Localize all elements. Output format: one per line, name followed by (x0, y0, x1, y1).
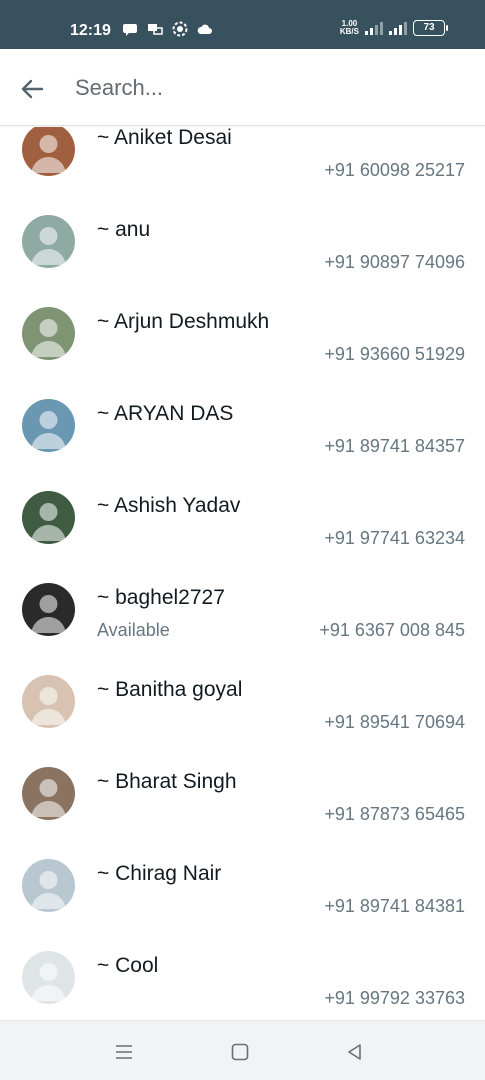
battery-icon: 73 (413, 20, 448, 36)
contact-name: ~ Cool (97, 954, 159, 977)
contact-row[interactable]: ~ Banitha goyal +91 89541 70694 (0, 670, 485, 762)
contact-avatar[interactable] (22, 583, 75, 636)
signal-icon (365, 21, 383, 35)
contact-name: ~ anu (97, 218, 151, 241)
contact-row[interactable]: ~ Chirag Nair +91 89741 84381 (0, 854, 485, 946)
battery-level: 73 (423, 22, 435, 33)
contact-avatar[interactable] (22, 675, 75, 728)
contact-row[interactable]: ~ Arjun Deshmukh +91 93660 51929 (0, 302, 485, 394)
contact-name: ~ Chirag Nair (97, 862, 222, 885)
back-arrow-icon[interactable] (16, 73, 48, 105)
contact-name: ~ Banitha goyal (97, 678, 243, 701)
contact-avatar[interactable] (22, 491, 75, 544)
contact-avatar[interactable] (22, 951, 75, 1004)
contact-row[interactable]: ~ anu +91 90897 74096 (0, 210, 485, 302)
contact-row[interactable]: ~ Cool +91 99792 33763 (0, 946, 485, 1020)
contact-phone: +91 90897 74096 (324, 252, 465, 272)
contact-row[interactable]: ~ Aniket Desai +91 60098 25217 (0, 127, 485, 210)
contact-name: ~ Arjun Deshmukh (97, 310, 270, 333)
back-nav-icon[interactable] (344, 1041, 366, 1063)
contact-row[interactable]: ~ Ashish Yadav +91 97741 63234 (0, 486, 485, 578)
contact-phone: +91 89541 70694 (324, 712, 465, 732)
network-speed: 1.00 KB/S (340, 20, 359, 36)
contact-phone: +91 87873 65465 (324, 804, 465, 824)
contact-avatar[interactable] (22, 767, 75, 820)
chat-bubble-icon (123, 24, 137, 36)
contact-phone: +91 6367 008 845 (319, 620, 465, 640)
contact-avatar[interactable] (22, 127, 75, 176)
search-input[interactable] (75, 71, 455, 105)
contact-avatar[interactable] (22, 859, 75, 912)
contact-phone: +91 89741 84357 (324, 436, 465, 456)
contact-row[interactable]: ~ Bharat Singh +91 87873 65465 (0, 762, 485, 854)
contact-avatar[interactable] (22, 215, 75, 268)
contact-name: ~ Bharat Singh (97, 770, 237, 793)
contact-phone: +91 93660 51929 (324, 344, 465, 364)
status-time: 12:19 (70, 22, 111, 39)
settings-icon (172, 21, 188, 37)
contact-name: ~ Ashish Yadav (97, 494, 241, 517)
chat-icon (148, 24, 163, 35)
home-icon[interactable] (229, 1041, 251, 1063)
contact-phone: +91 97741 63234 (324, 528, 465, 548)
system-status: 1.00 KB/S 73 (340, 20, 448, 36)
contact-name: ~ Aniket Desai (97, 127, 232, 149)
search-header (0, 49, 485, 126)
contact-avatar[interactable] (22, 307, 75, 360)
cloud-icon (197, 24, 212, 34)
contact-avatar[interactable] (22, 399, 75, 452)
contact-name: ~ ARYAN DAS (97, 402, 234, 425)
contact-name: ~ baghel2727 (97, 586, 225, 609)
notification-icons (122, 21, 213, 37)
menu-icon[interactable] (113, 1041, 135, 1063)
contact-phone: +91 60098 25217 (324, 160, 465, 180)
contact-row[interactable]: ~ ARYAN DAS +91 89741 84357 (0, 394, 485, 486)
navigation-bar (0, 1020, 485, 1080)
contact-status: Available (97, 620, 170, 640)
contact-phone: +91 89741 84381 (324, 896, 465, 916)
contact-list: ~ Aniket Desai +91 60098 25217 ~ anu +91 90… (0, 127, 485, 1020)
contact-phone: +91 99792 33763 (324, 988, 465, 1008)
status-bar: 12:19 1.00 KB/S 73 (0, 0, 485, 49)
contact-row[interactable]: ~ baghel2727 Available +91 6367 008 845 (0, 578, 485, 670)
network-speed-unit: KB/S (339, 27, 359, 36)
signal-icon-2 (389, 21, 407, 35)
